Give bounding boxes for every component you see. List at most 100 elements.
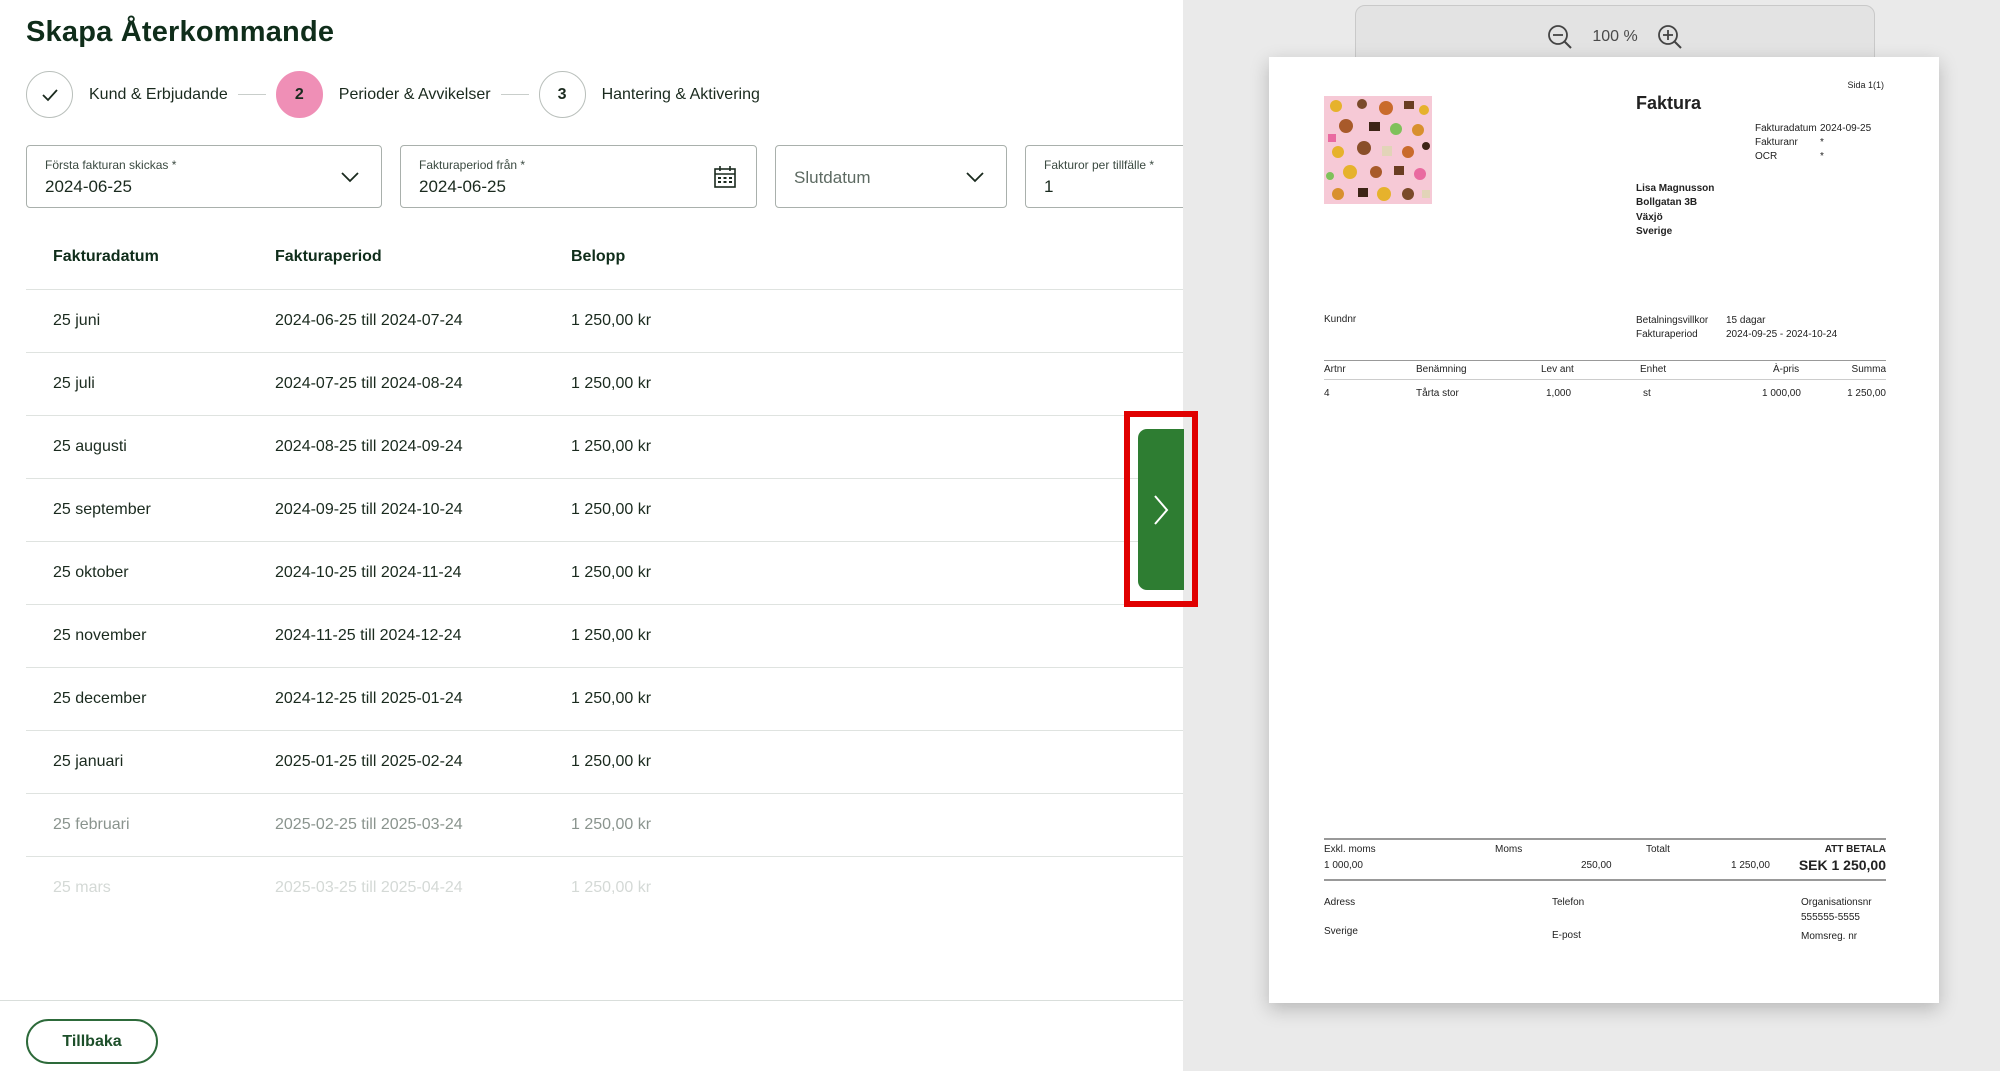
cell-period: 2024-08-25 till 2024-09-24: [275, 438, 463, 455]
zoom-level: 100 %: [1592, 27, 1638, 45]
col-sum: Summa: [1851, 364, 1886, 375]
customer-name: Lisa Magnusson: [1636, 183, 1715, 194]
period-from-date-input[interactable]: Fakturaperiod från * 2024-06-25: [400, 145, 757, 208]
customer-city: Växjö: [1636, 212, 1663, 223]
payment-terms-label: Betalningsvillkor: [1636, 315, 1709, 326]
col-description: Benämning: [1416, 364, 1467, 375]
first-invoice-date-select[interactable]: Första fakturan skickas * 2024-06-25: [26, 145, 382, 208]
step-2-circle[interactable]: 2: [275, 71, 323, 118]
column-header-amount: Belopp: [571, 248, 626, 265]
ocr-label: OCR: [1755, 151, 1778, 162]
cell-amount: 1 250,00 kr: [571, 438, 652, 455]
cell-date: 25 januari: [53, 753, 124, 770]
column-header-invoice-period: Fakturaperiod: [275, 248, 382, 265]
calendar-icon[interactable]: [712, 164, 738, 190]
customer-street: Bollgatan 3B: [1636, 197, 1698, 208]
divider: [1324, 838, 1886, 840]
stepper: Kund & Erbjudande 2 Perioder & Avvikelse…: [26, 71, 760, 118]
excl-vat-value: 1 000,00: [1324, 860, 1363, 871]
cell-amount: 1 250,00 kr: [571, 690, 652, 707]
cell-amount: 1 250,00 kr: [571, 501, 652, 518]
cell-amount: 1 250,00 kr: [571, 627, 652, 644]
field-value: 2024-06-25: [419, 177, 506, 196]
line-sum: 1 250,00: [1847, 388, 1886, 399]
footer-orgnr-value: 555555-5555: [1801, 912, 1860, 923]
vat-value: 250,00: [1581, 860, 1612, 871]
line-description: Tårta stor: [1416, 388, 1459, 399]
cell-period: 2024-06-25 till 2024-07-24: [275, 312, 463, 329]
ocr-value: *: [1820, 151, 1824, 162]
footer-address-label: Adress: [1324, 897, 1356, 908]
invoice-period-label: Fakturaperiod: [1636, 329, 1698, 340]
cell-amount: 1 250,00 kr: [571, 564, 652, 581]
table-row: 25 december 2024-12-25 till 2025-01-24 1 2…: [26, 668, 1183, 731]
field-label: Första fakturan skickas *: [45, 158, 177, 172]
zoom-in-icon[interactable]: [1656, 23, 1684, 51]
total-value: 1 250,00: [1731, 860, 1770, 871]
vat-label: Moms: [1495, 844, 1523, 855]
footer-phone-label: Telefon: [1552, 897, 1585, 908]
field-value: 2024-06-25: [45, 177, 132, 196]
cell-amount: 1 250,00 kr: [571, 312, 652, 329]
step-1-label[interactable]: Kund & Erbjudande: [89, 86, 228, 104]
step-3-circle[interactable]: 3: [538, 71, 586, 118]
footer-country: Sverige: [1324, 926, 1358, 937]
cell-date: 25 mars: [53, 879, 111, 896]
field-value: 1: [1044, 177, 1054, 196]
field-label: Fakturaperiod från *: [419, 158, 526, 172]
invoice-schedule-table: 25 juni 2024-06-25 till 2024-07-24 1 250,0…: [26, 290, 1183, 920]
table-row: 25 november 2024-11-25 till 2024-12-24 1 2…: [26, 605, 1183, 668]
customer-number-label: Kundnr: [1324, 314, 1357, 325]
invoice-page-number: Sida 1(1): [1847, 80, 1884, 90]
cell-amount: 1 250,00 kr: [571, 753, 652, 770]
col-unit-price: À-pris: [1773, 364, 1800, 375]
col-unit: Enhet: [1640, 364, 1667, 375]
line-quantity: 1,000: [1546, 388, 1572, 399]
cell-date: 25 september: [53, 501, 151, 518]
invoice-number-label: Fakturanr: [1755, 137, 1798, 148]
step-1-circle[interactable]: [26, 71, 73, 118]
col-artnr: Artnr: [1324, 364, 1346, 375]
cell-period: 2024-09-25 till 2024-10-24: [275, 501, 463, 518]
cell-date: 25 december: [53, 690, 147, 707]
divider: [1324, 879, 1886, 881]
cell-amount: 1 250,00 kr: [571, 879, 652, 896]
cell-date: 25 juli: [53, 375, 95, 392]
zoom-out-icon[interactable]: [1546, 23, 1574, 51]
step-2-label[interactable]: Perioder & Avvikelser: [339, 86, 491, 104]
cell-period: 2024-10-25 till 2024-11-24: [275, 564, 462, 581]
field-label: Fakturor per tillfälle *: [1044, 158, 1155, 172]
step-connector: [500, 94, 529, 95]
line-artnr: 4: [1324, 388, 1330, 399]
customer-country: Sverige: [1636, 226, 1673, 237]
table-row: 25 augusti 2024-08-25 till 2024-09-24 1 25…: [26, 416, 1183, 479]
back-button[interactable]: Tillbaka: [26, 1019, 158, 1064]
checkmark-icon: [41, 88, 58, 101]
toggle-preview-button[interactable]: [1138, 429, 1184, 590]
end-date-select[interactable]: Slutdatum: [775, 145, 1007, 208]
invoice-number-value: *: [1820, 137, 1824, 148]
table-row: 25 januari 2025-01-25 till 2025-02-24 1 25…: [26, 731, 1183, 794]
to-pay-value: SEK 1 250,00: [1798, 857, 1886, 873]
footer-orgnr-label: Organisationsnr: [1801, 897, 1872, 908]
table-row: 25 februari 2025-02-25 till 2025-03-24 1 2…: [26, 794, 1183, 857]
page-title: Skapa Återkommande: [26, 16, 335, 48]
invoice-date-value: 2024-09-25: [1820, 123, 1872, 134]
invoice-document: Sida 1(1) Faktura Fakturadatum Fakturanr…: [1269, 57, 1939, 1003]
invoice-preview-pane: 100 % Sida 1(1) Faktura Fakturadatum Fak…: [1183, 0, 2000, 1071]
cell-period: 2025-03-25 till 2025-04-24: [275, 879, 463, 896]
footer-vat-reg-label: Momsreg. nr: [1801, 931, 1858, 942]
table-row: 25 september 2024-09-25 till 2024-10-24 1 …: [26, 479, 1183, 542]
table-header: Fakturadatum Fakturaperiod Belopp: [26, 232, 1183, 290]
step-3-label[interactable]: Hantering & Aktivering: [602, 86, 760, 104]
line-unit-price: 1 000,00: [1762, 388, 1801, 399]
divider: [1324, 360, 1886, 361]
excl-vat-label: Exkl. moms: [1324, 844, 1376, 855]
invoice-date-label: Fakturadatum: [1755, 123, 1817, 134]
cell-period: 2025-02-25 till 2025-03-24: [275, 816, 463, 833]
cell-date: 25 november: [53, 627, 147, 644]
cell-date: 25 juni: [53, 312, 101, 329]
chevron-right-icon: [1154, 494, 1169, 525]
total-label: Totalt: [1646, 844, 1670, 855]
footer-divider: [0, 1000, 1183, 1001]
